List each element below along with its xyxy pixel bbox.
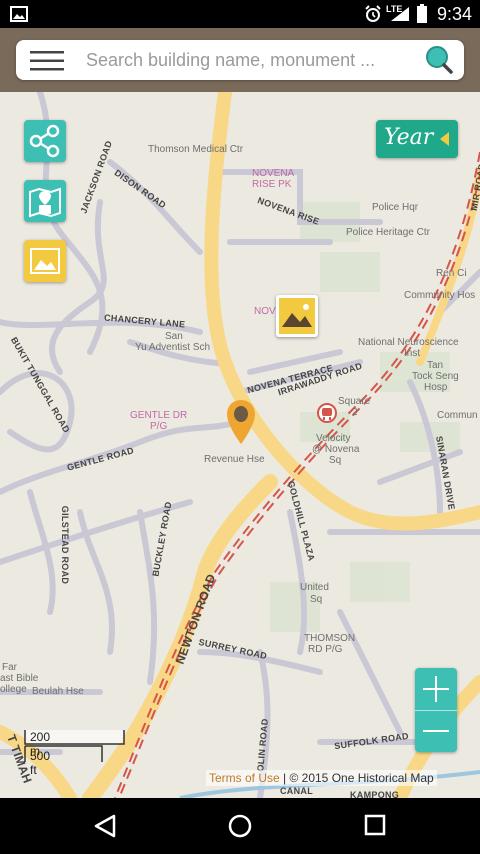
road-label: GILSTEAD ROAD — [60, 505, 71, 585]
navigation-bar — [0, 798, 480, 854]
location-pin-icon[interactable] — [225, 400, 257, 446]
mrt-station-icon[interactable] — [317, 403, 337, 423]
share-button[interactable] — [24, 120, 66, 162]
status-bar: LTE 9:34 — [0, 0, 480, 28]
place-label: Tock Seng — [412, 371, 459, 382]
search-bar[interactable]: Search building name, monument ... — [16, 40, 464, 80]
place-label: THOMSON — [304, 633, 356, 644]
place-label: Commun — [437, 410, 478, 421]
place-label: RISE PK — [252, 179, 292, 190]
copyright-text: | © 2015 One Historical Map — [283, 771, 434, 785]
scale-imperial: 500 ft — [30, 749, 51, 777]
search-icon[interactable] — [424, 45, 454, 75]
place-label: Ren Ci — [436, 268, 467, 279]
place-label: 2 — [352, 407, 358, 418]
place-label: Yu Adventist Sch — [135, 342, 211, 353]
place-label: Tan — [427, 360, 444, 371]
year-button[interactable]: Year — [376, 120, 458, 158]
place-label: ollege — [0, 684, 27, 695]
minus-icon — [423, 730, 449, 732]
place-label: GENTLE DR — [130, 410, 188, 421]
place-label: NOVENA — [252, 168, 295, 179]
back-icon[interactable] — [92, 814, 118, 838]
place-label: P/G — [150, 421, 168, 432]
share-icon — [29, 124, 60, 158]
road-label: KAMPONG — [350, 790, 400, 798]
image-icon — [279, 298, 315, 334]
home-icon[interactable] — [227, 813, 253, 839]
year-label: Year — [384, 125, 434, 150]
caret-left-icon — [440, 132, 449, 146]
map-location-button[interactable] — [24, 180, 66, 222]
place-label: Beulah Hse — [32, 686, 84, 697]
place-label: Police Hqr — [372, 202, 419, 213]
place-label: Thomson Medical Ctr — [148, 144, 244, 155]
gallery-notification-icon — [10, 6, 28, 22]
place-label: ast Bible — [0, 673, 39, 684]
place-label: @ Novena — [312, 444, 360, 455]
terms-of-use-link[interactable]: Terms of Use — [209, 771, 280, 785]
zoom-in-button[interactable] — [415, 668, 457, 711]
map-lock-icon — [29, 187, 61, 218]
plus-icon — [423, 676, 449, 702]
map-view[interactable]: Thomson Medical Ctr NOVENA RISE PK Polic… — [0, 92, 480, 798]
battery-icon — [417, 4, 427, 23]
hamburger-menu-icon[interactable] — [30, 50, 64, 72]
place-label: Sq — [329, 455, 342, 466]
place-label: Revenue Hse — [204, 454, 265, 465]
recent-apps-icon[interactable] — [364, 814, 386, 836]
place-label: Community Hos — [404, 290, 476, 301]
image-icon — [30, 248, 60, 274]
signal-icon — [391, 7, 409, 21]
gallery-button[interactable] — [24, 240, 66, 282]
place-label: United — [300, 582, 329, 593]
zoom-controls — [415, 668, 457, 752]
place-label: Velocity — [316, 433, 351, 444]
place-label: National Neuroscience — [358, 337, 459, 348]
clock: 9:34 — [436, 4, 472, 24]
place-label: Square — [338, 396, 371, 407]
place-label: Sq — [310, 594, 323, 605]
place-label: RD P/G — [308, 644, 343, 655]
place-label: Far — [2, 662, 17, 673]
place-label: Hosp — [424, 382, 448, 393]
place-label: Police Heritage Ctr — [346, 227, 430, 238]
road-label: CANAL — [280, 786, 313, 796]
search-input[interactable]: Search building name, monument ... — [86, 50, 406, 71]
place-label: San — [165, 331, 183, 342]
zoom-out-button[interactable] — [415, 710, 457, 752]
place-label: Inst — [404, 348, 421, 359]
alarm-icon — [365, 5, 381, 22]
attribution: Terms of Use | © 2015 One Historical Map — [206, 770, 437, 786]
photo-marker[interactable] — [276, 295, 318, 337]
